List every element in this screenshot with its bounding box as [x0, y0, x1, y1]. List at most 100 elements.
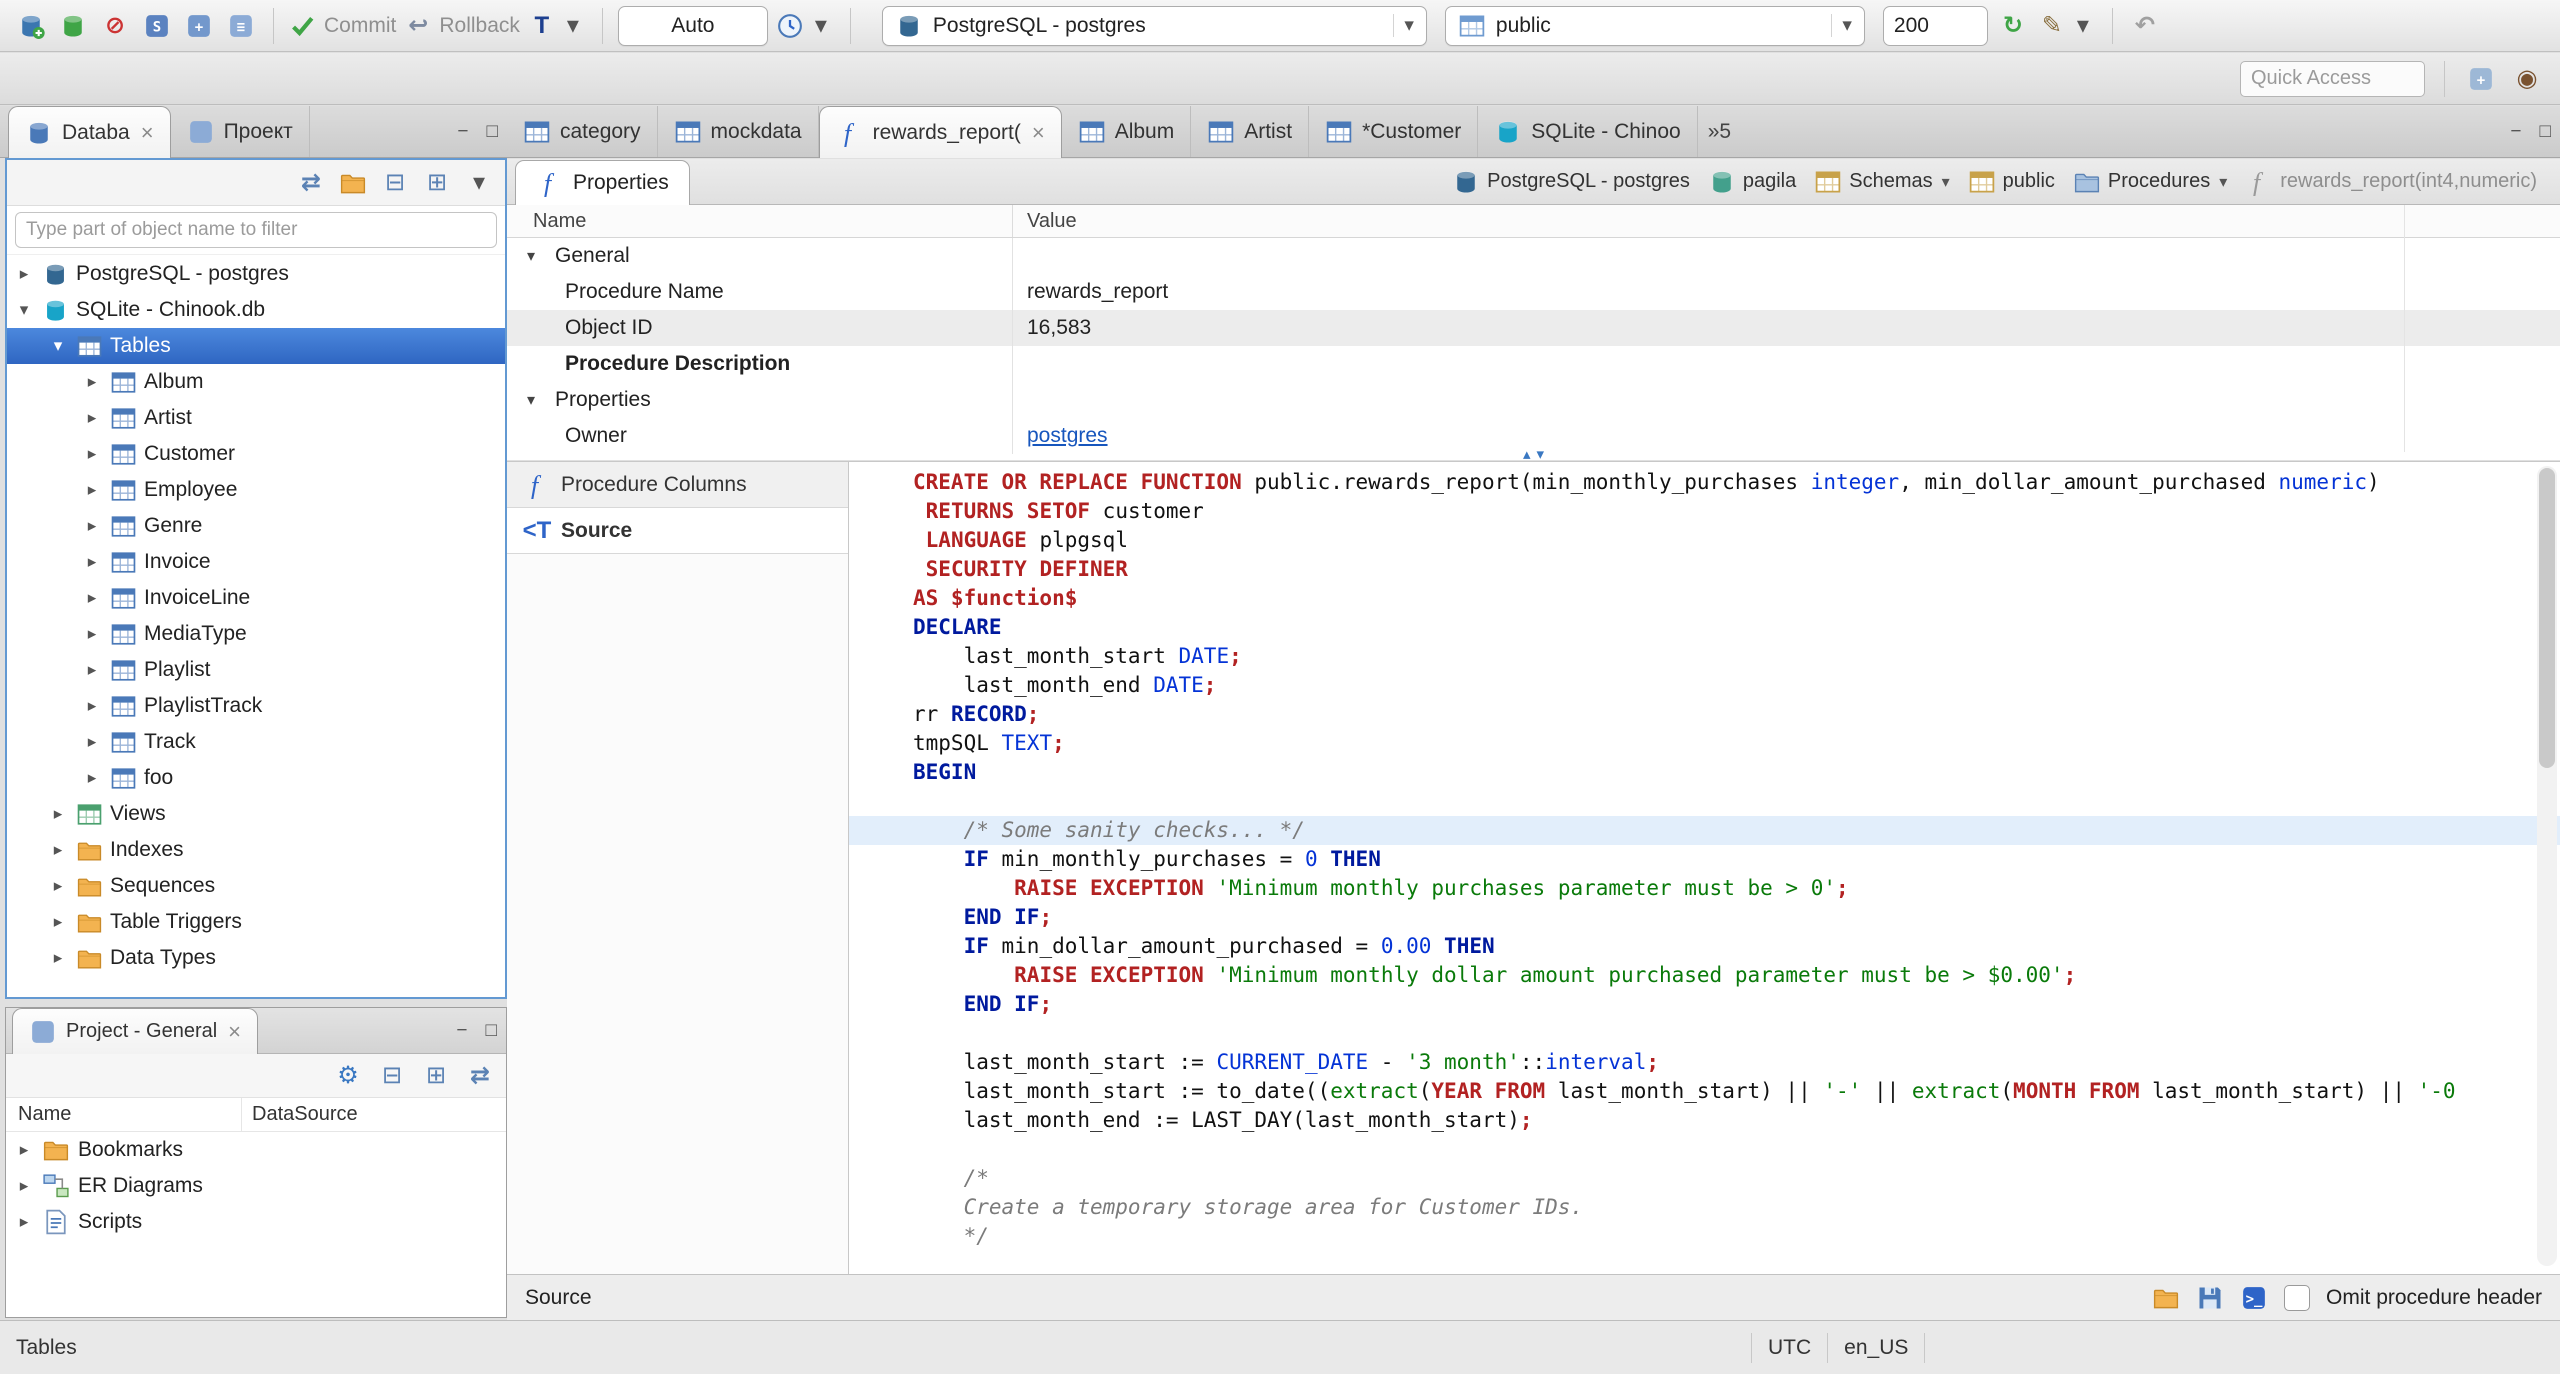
tree-expander-icon[interactable]: ▸ [14, 1212, 34, 1232]
tree-expander-icon[interactable]: ▸ [81, 480, 103, 500]
breadcrumb-item-pagila[interactable]: pagila [1699, 159, 1805, 204]
tree-item-artist[interactable]: ▸ Artist [7, 400, 505, 436]
column-header-datasource[interactable]: DataSource [241, 1098, 506, 1131]
expand-all-button[interactable]: ⊞ [423, 169, 451, 197]
tree-item-indexes[interactable]: ▸ Indexes [7, 832, 505, 868]
breadcrumb-item-schemas[interactable]: Schemas ▾ [1805, 159, 1958, 204]
breadcrumb-caret-icon[interactable]: ▾ [2219, 172, 2227, 192]
splitter-sash[interactable]: ▴ ▾ [507, 447, 2560, 462]
minimize-view-icon[interactable]: − [448, 106, 477, 157]
subtab-procedure-columns[interactable]: f Procedure Columns [507, 462, 848, 508]
refresh-button[interactable]: ↻ [1996, 6, 2030, 46]
editor-tab-customer[interactable]: *Customer [1309, 106, 1479, 157]
tree-item-invoiceline[interactable]: ▸ InvoiceLine [7, 580, 505, 616]
open-perspective-button[interactable]: + [2464, 59, 2498, 99]
property-value-text[interactable]: postgres [1027, 424, 1108, 448]
back-button[interactable]: ↶ [2128, 6, 2162, 46]
tree-expander-icon[interactable]: ▾ [13, 300, 35, 320]
tree-expander-icon[interactable]: ▸ [14, 1176, 34, 1196]
group-expander-icon[interactable]: ▾ [527, 390, 549, 410]
editor-tab-artist[interactable]: Artist [1191, 106, 1310, 157]
new-sql-editor-button[interactable]: + [182, 6, 216, 46]
tab-properties[interactable]: f Properties [515, 160, 690, 205]
connection-combo-caret-icon[interactable]: ▾ [1393, 14, 1414, 37]
recent-sql-editor-button[interactable]: ≡ [224, 6, 258, 46]
active-connection-combo[interactable]: PostgreSQL - postgres ▾ [881, 5, 1427, 46]
minimize-view-icon[interactable]: − [447, 1008, 476, 1053]
view-tab-database-navigator[interactable]: Databa × [8, 106, 171, 158]
scrollbar-thumb[interactable] [2539, 468, 2555, 768]
tree-item-postgresql-postgres[interactable]: ▸ PostgreSQL - postgres [7, 256, 505, 292]
tree-expander-icon[interactable]: ▸ [47, 912, 69, 932]
project-item-bookmarks[interactable]: ▸ Bookmarks [6, 1132, 506, 1168]
breadcrumb-caret-icon[interactable]: ▾ [1942, 172, 1950, 192]
view-tab-project[interactable]: Проект [171, 106, 310, 157]
tree-expander-icon[interactable]: ▾ [47, 336, 69, 356]
commit-mode-combo[interactable]: Auto [617, 5, 768, 46]
group-expander-icon[interactable]: ▾ [527, 246, 549, 266]
column-header-name[interactable]: Name [6, 1103, 241, 1126]
property-row-procedure-description[interactable]: Procedure Description [507, 346, 2560, 382]
fetch-size-input[interactable] [1882, 5, 1988, 46]
tree-expander-icon[interactable]: ▸ [81, 516, 103, 536]
tree-expander-icon[interactable]: ▸ [81, 444, 103, 464]
maximize-view-icon[interactable]: □ [477, 1008, 506, 1053]
tree-item-track[interactable]: ▸ Track [7, 724, 505, 760]
editor-tab-rewards-report[interactable]: f rewards_report(× [818, 106, 1062, 158]
generate-sql-button[interactable]: ✎ ▾ [2038, 6, 2097, 46]
view-tab-project-general[interactable]: Project - General × [12, 1008, 259, 1054]
commit-button[interactable]: Commit [289, 6, 396, 46]
breadcrumb-item-rewards-report-int4-numeric[interactable]: f rewards_report(int4,numeric) [2236, 159, 2546, 204]
tree-item-playlist[interactable]: ▸ Playlist [7, 652, 505, 688]
project-collapse-all-button[interactable]: ⊟ [378, 1062, 406, 1090]
transaction-mode-button[interactable]: T ▾ [528, 6, 587, 46]
tree-item-album[interactable]: ▸ Album [7, 364, 505, 400]
close-view-icon[interactable]: × [228, 1019, 241, 1045]
editor-tab-sqlite-chinoo[interactable]: SQLite - Chinoo [1478, 106, 1698, 157]
status-locale[interactable]: en_US [1844, 1336, 1908, 1360]
breadcrumb-item-procedures[interactable]: Procedures ▾ [2064, 159, 2236, 204]
disconnect-button[interactable]: ⊘ [98, 6, 132, 46]
project-settings-button[interactable]: ⚙ [334, 1062, 362, 1090]
source-code-panel[interactable]: CREATE OR REPLACE FUNCTION public.reward… [849, 461, 2560, 1274]
tree-expander-icon[interactable]: ▸ [81, 588, 103, 608]
tree-expander-icon[interactable]: ▸ [14, 1140, 34, 1160]
subtab-source[interactable]: <T Source [507, 508, 848, 554]
tree-expander-icon[interactable]: ▸ [81, 372, 103, 392]
tree-expander-icon[interactable]: ▸ [81, 660, 103, 680]
sql-editor-button[interactable]: S [140, 6, 174, 46]
maximize-editor-icon[interactable]: □ [2531, 106, 2560, 157]
tab-overflow-indicator[interactable]: »5 [1698, 106, 1741, 157]
tree-expander-icon[interactable]: ▸ [81, 408, 103, 428]
sash-collapse-up-icon[interactable]: ▴ [1523, 447, 1531, 462]
tree-expander-icon[interactable]: ▸ [47, 840, 69, 860]
sash-collapse-down-icon[interactable]: ▾ [1537, 447, 1545, 462]
close-tab-icon[interactable]: × [1032, 120, 1045, 146]
tree-expander-icon[interactable]: ▸ [81, 768, 103, 788]
editor-tab-mockdata[interactable]: mockdata [658, 106, 819, 157]
breadcrumb-item-postgresql-postgres[interactable]: PostgreSQL - postgres [1443, 159, 1699, 204]
property-row-procedure-name[interactable]: Procedure Name rewards_report [507, 274, 2560, 310]
grid-column-value[interactable]: Value [1012, 205, 2560, 237]
tree-expander-icon[interactable]: ▸ [13, 264, 35, 284]
object-filter-input[interactable] [15, 212, 497, 248]
tree-item-tables[interactable]: ▾ Tables [7, 328, 505, 364]
property-row-object-id[interactable]: Object ID 16,583 [507, 310, 2560, 346]
project-link-editor-button[interactable]: ⇄ [466, 1062, 494, 1090]
omit-procedure-header-checkbox[interactable] [2284, 1284, 2311, 1311]
save-to-file-button[interactable] [2196, 1284, 2224, 1312]
tree-expander-icon[interactable]: ▸ [47, 948, 69, 968]
tree-item-sqlite-chinook-db[interactable]: ▾ SQLite - Chinook.db [7, 292, 505, 328]
project-expand-all-button[interactable]: ⊞ [422, 1062, 450, 1090]
tree-item-customer[interactable]: ▸ Customer [7, 436, 505, 472]
tree-item-mediatype[interactable]: ▸ MediaType [7, 616, 505, 652]
breadcrumb-item-public[interactable]: public [1959, 159, 2064, 204]
tree-expander-icon[interactable]: ▸ [81, 552, 103, 572]
collapse-all-button[interactable]: ⊟ [381, 169, 409, 197]
property-row-properties[interactable]: ▾ Properties [507, 382, 2560, 418]
project-item-scripts[interactable]: ▸ Scripts [6, 1204, 506, 1240]
tree-item-views[interactable]: ▸ Views [7, 796, 505, 832]
open-sql-console-button[interactable]: >_ [2240, 1284, 2268, 1312]
schema-combo-caret-icon[interactable]: ▾ [1831, 14, 1852, 37]
tree-item-employee[interactable]: ▸ Employee [7, 472, 505, 508]
